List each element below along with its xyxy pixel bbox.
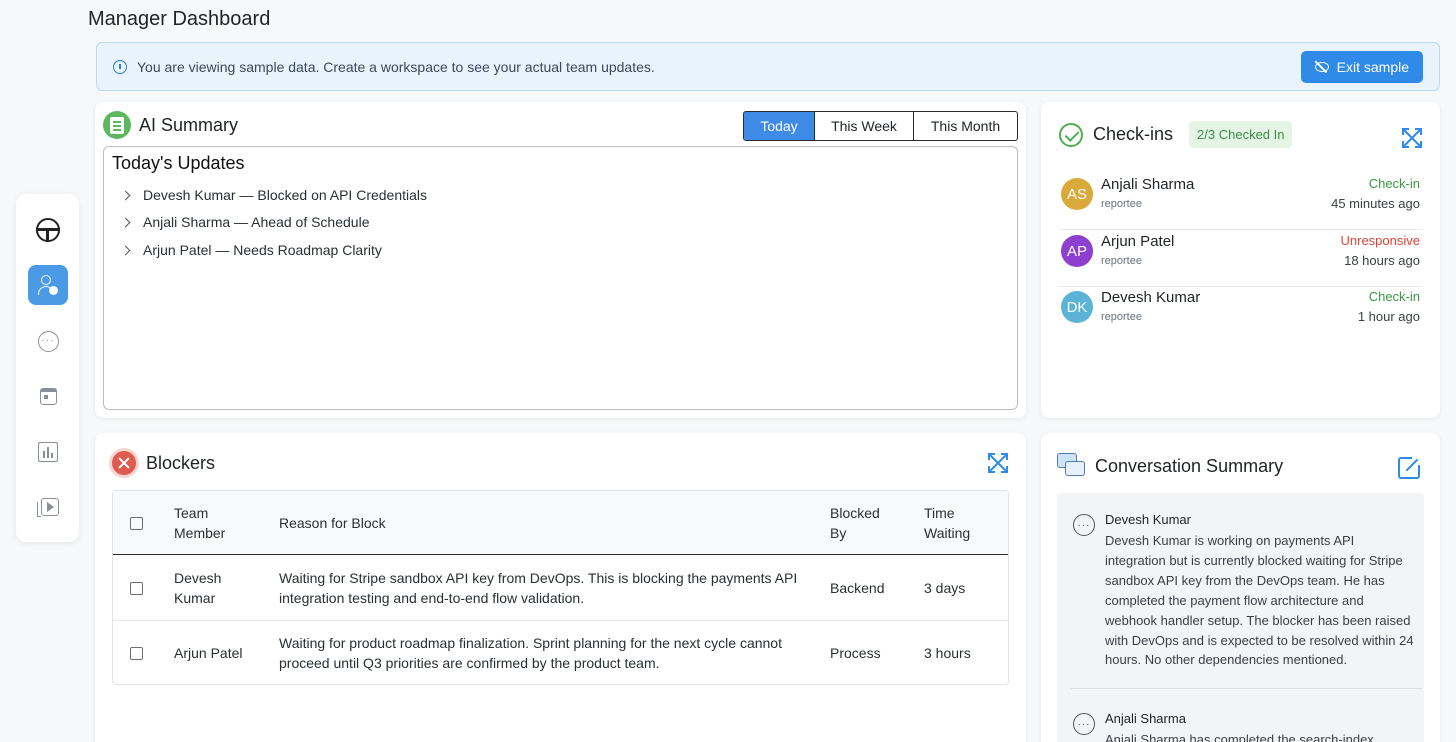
expand-icon[interactable] [988,453,1008,473]
checkins-badge: 2/3 Checked In [1189,121,1293,148]
conversation-entry[interactable]: ··· Anjali Sharma Anjali Sharma has comp… [1071,711,1413,742]
table-header: Team Member Reason for Block Blocked By … [113,491,1008,555]
sidebar: ··· [16,194,79,542]
x-circle-icon [112,451,136,475]
user-settings-icon [38,274,58,296]
checkin-row[interactable]: AP Arjun Patel reportee Unresponsive 18 … [1059,231,1422,287]
sidebar-item-media[interactable] [28,487,68,527]
update-item[interactable]: Anjali Sharma — Ahead of Schedule [120,214,370,230]
conversation-text: Devesh Kumar is working on payments API … [1105,533,1414,668]
avatar: DK [1061,291,1093,323]
chat-icon: ··· [37,330,59,352]
select-all-checkbox[interactable] [130,517,143,530]
person-name: Anjali Sharma [1101,176,1195,193]
checkin-row[interactable]: AS Anjali Sharma reportee Check-in 45 mi… [1059,174,1422,230]
checkins-title: Check-ins [1093,124,1174,144]
column-header[interactable]: Team Member [174,503,244,543]
eye-off-icon [1314,61,1329,72]
conversation-author: Devesh Kumar [1105,512,1191,527]
update-text: Devesh Kumar — Blocked on API Credential… [143,187,428,203]
update-item[interactable]: Devesh Kumar — Blocked on API Credential… [120,187,428,203]
blockers-title: Blockers [146,452,216,473]
conversation-entry[interactable]: ··· Devesh Kumar Devesh Kumar is working… [1071,512,1423,689]
calendar-icon [39,387,57,405]
conversation-text: Anjali Sharma has completed the search-i… [1105,732,1374,742]
sidebar-item-logo[interactable] [28,210,68,250]
person-role: reportee [1101,198,1142,210]
checkin-row[interactable]: DK Devesh Kumar reportee Check-in 1 hour… [1059,287,1422,343]
chat-bubbles-icon [1057,453,1085,479]
avatar: AP [1061,235,1093,267]
member-cell: Devesh Kumar [174,570,222,606]
person-name: Arjun Patel [1101,233,1175,250]
blocked-by-cell: Process [830,645,881,661]
table-row[interactable]: Devesh Kumar Waiting for Stripe sandbox … [113,556,1008,621]
banner-message: You are viewing sample data. Create a wo… [137,58,655,75]
reason-cell: Waiting for Stripe sandbox API key from … [279,570,798,606]
row-checkbox[interactable] [130,647,143,660]
bar-chart-icon [38,442,58,462]
info-icon [113,59,127,74]
member-cell: Arjun Patel [174,645,243,661]
checkin-status: Unresponsive [1340,233,1421,248]
logo-icon [36,218,60,242]
row-checkbox[interactable] [130,582,143,595]
tab-this-week[interactable]: This Week [815,112,914,140]
sidebar-item-calendar[interactable] [28,376,68,416]
external-link-icon[interactable] [1398,455,1422,479]
waiting-cell: 3 hours [924,645,971,661]
conversation-author: Anjali Sharma [1105,711,1186,726]
exit-sample-label: Exit sample [1336,58,1409,75]
checkins-card: Check-ins 2/3 Checked In AS Anjali Sharm… [1041,102,1440,418]
conversation-summary-card: Conversation Summary ··· Devesh Kumar De… [1041,433,1440,742]
divider [1071,688,1423,689]
checkin-time: 1 hour ago [1357,309,1420,324]
waiting-cell: 3 days [924,580,966,596]
column-header[interactable]: Blocked By [830,503,890,543]
video-library-icon [37,498,59,517]
chevron-right-icon [120,217,131,227]
update-text: Arjun Patel — Needs Roadmap Clarity [143,242,382,258]
checkin-status: Check-in [1368,289,1420,304]
tab-today[interactable]: Today [744,112,815,140]
period-tabs: Today This Week This Month [743,111,1018,141]
checkin-time: 18 hours ago [1344,253,1420,268]
expand-icon[interactable] [1402,128,1422,148]
blockers-card: Blockers Team Member Reason for Block Bl… [95,433,1026,742]
person-name: Devesh Kumar [1101,289,1201,306]
ai-summary-title: AI Summary [139,114,239,135]
blockers-table: Team Member Reason for Block Blocked By … [112,490,1009,685]
page-title: Manager Dashboard [88,8,271,30]
sample-data-banner: You are viewing sample data. Create a wo… [96,42,1440,91]
checkin-time: 45 minutes ago [1331,196,1420,211]
sidebar-item-chat[interactable]: ··· [28,321,68,361]
column-header[interactable]: Time Waiting [924,503,984,543]
exit-sample-button[interactable]: Exit sample [1300,50,1423,83]
person-role: reportee [1101,311,1142,323]
conversation-list: ··· Devesh Kumar Devesh Kumar is working… [1057,493,1424,742]
update-text: Anjali Sharma — Ahead of Schedule [143,214,370,230]
reason-cell: Waiting for product roadmap finalization… [279,635,782,671]
blocked-by-cell: Backend [830,580,885,596]
chevron-right-icon [120,190,131,200]
ai-summary-card: AI Summary Today This Week This Month To… [95,102,1026,418]
conversation-title: Conversation Summary [1095,455,1284,476]
person-role: reportee [1101,255,1142,267]
checkin-status: Check-in [1368,176,1420,191]
column-header[interactable]: Reason for Block [279,513,386,533]
updates-box: Today's Updates Devesh Kumar — Blocked o… [103,146,1018,410]
chevron-right-icon [120,245,131,255]
chat-bubble-icon: ··· [1073,713,1095,735]
avatar: AS [1061,178,1093,210]
sidebar-item-reports[interactable] [28,432,68,472]
tab-this-month[interactable]: This Month [914,112,1017,140]
check-circle-icon [1059,122,1083,147]
document-icon [103,111,131,139]
updates-title: Today's Updates [112,153,245,173]
update-item[interactable]: Arjun Patel — Needs Roadmap Clarity [120,242,382,258]
sidebar-item-team[interactable] [28,265,68,305]
chat-bubble-icon: ··· [1073,514,1095,536]
table-row[interactable]: Arjun Patel Waiting for product roadmap … [113,621,1008,686]
